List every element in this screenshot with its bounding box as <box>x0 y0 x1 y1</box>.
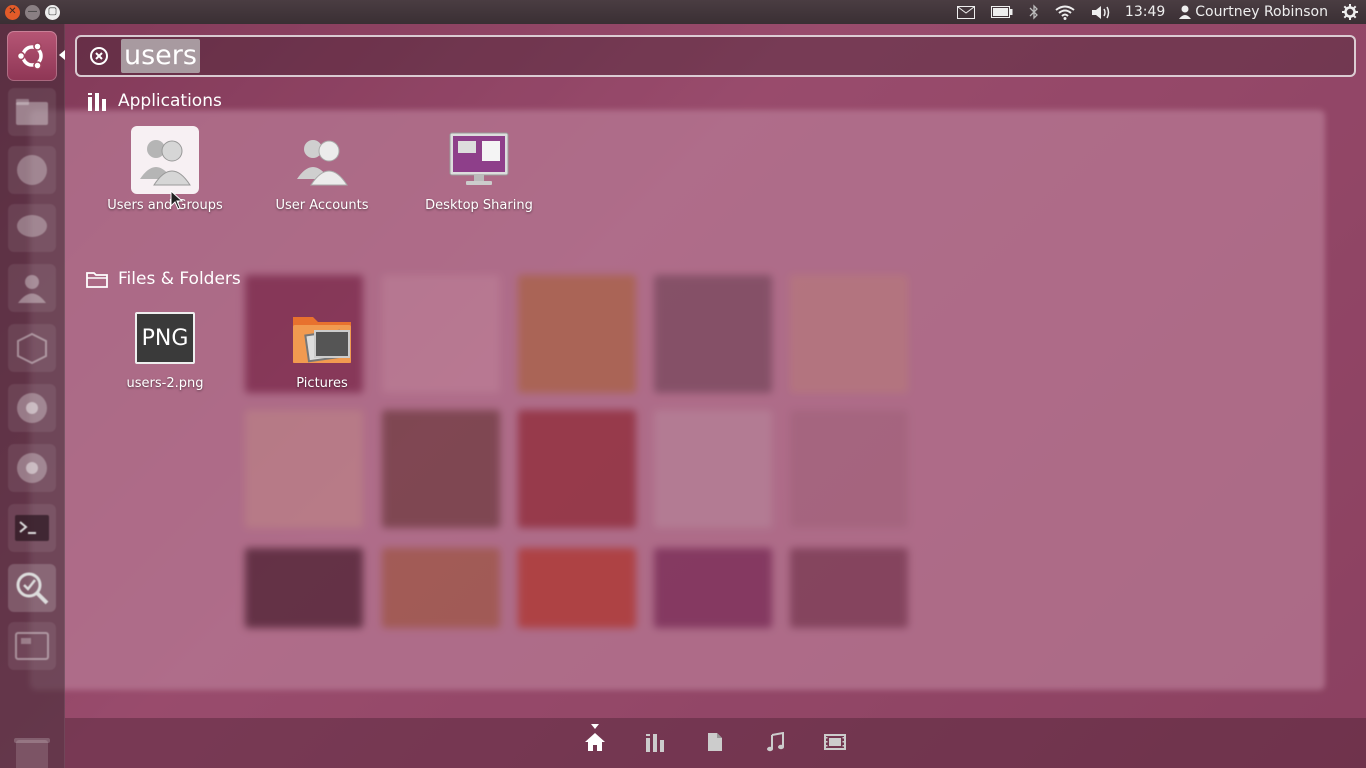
terminal-icon[interactable] <box>8 504 56 552</box>
dash-home-button[interactable] <box>7 31 57 81</box>
png-thumb-text: PNG <box>141 325 189 351</box>
mouse-cursor-icon <box>170 189 184 214</box>
user-name-menu[interactable]: Courtney Robinson <box>1195 4 1328 20</box>
window-icon[interactable] <box>8 622 56 670</box>
chrome-icon[interactable] <box>8 444 56 492</box>
active-indicator-arrow <box>59 50 65 60</box>
applications-lens-icon[interactable] <box>643 730 667 754</box>
user-accounts-icon <box>288 126 356 194</box>
result-label: Desktop Sharing <box>425 198 533 213</box>
music-lens-icon[interactable] <box>763 730 787 754</box>
category-applications[interactable]: Applications <box>86 90 222 112</box>
result-label: Pictures <box>296 376 348 391</box>
category-title: Files & Folders <box>118 269 241 289</box>
result-user-accounts[interactable]: User Accounts <box>257 126 387 224</box>
files-lens-icon[interactable] <box>703 730 727 754</box>
result-label: User Accounts <box>275 198 369 213</box>
result-users-2-png[interactable]: PNG users-2.png <box>100 304 230 402</box>
volume-icon[interactable] <box>1091 5 1111 20</box>
applications-icon <box>86 90 108 112</box>
window-minimize-button[interactable]: — <box>25 4 40 20</box>
user-accounts-icon[interactable] <box>8 264 56 312</box>
search-input[interactable]: users <box>121 39 200 73</box>
window-maximize-button[interactable]: ▢ <box>45 4 60 20</box>
active-lens-indicator <box>591 724 599 729</box>
launcher <box>0 24 65 768</box>
chat-icon[interactable] <box>8 204 56 252</box>
result-desktop-sharing[interactable]: Desktop Sharing <box>414 126 544 224</box>
category-title: Applications <box>118 91 222 111</box>
result-label: Users and Groups <box>107 198 223 213</box>
battery-icon[interactable] <box>990 6 1013 18</box>
desktop-sharing-icon <box>445 126 513 194</box>
result-label: users-2.png <box>126 376 204 391</box>
png-file-icon: PNG <box>131 304 199 372</box>
clock[interactable]: 13:49 <box>1125 4 1165 20</box>
bluetooth-icon[interactable] <box>1029 4 1039 20</box>
firefox-icon[interactable] <box>8 146 56 194</box>
wifi-icon[interactable] <box>1055 5 1075 20</box>
category-files-folders[interactable]: Files & Folders <box>86 268 241 290</box>
settings-gear-icon[interactable] <box>1342 4 1358 20</box>
software-center-icon[interactable] <box>8 324 56 372</box>
trash-icon[interactable] <box>8 734 56 768</box>
users-groups-icon <box>131 126 199 194</box>
window-close-button[interactable]: ✕ <box>5 4 20 20</box>
search-box[interactable]: users <box>75 35 1356 77</box>
mail-icon[interactable] <box>956 5 975 19</box>
search-tool-icon[interactable] <box>8 564 56 612</box>
video-lens-icon[interactable] <box>823 730 847 754</box>
pictures-folder-icon <box>288 304 356 372</box>
result-users-and-groups[interactable]: Users and Groups <box>100 126 230 224</box>
user-icon <box>1179 5 1192 19</box>
files-icon[interactable] <box>8 88 56 136</box>
result-pictures[interactable]: Pictures <box>257 304 387 402</box>
chrome-icon[interactable] <box>8 384 56 432</box>
ubuntu-logo-icon <box>16 42 43 70</box>
clear-search-icon[interactable] <box>89 46 109 66</box>
folder-icon <box>86 268 108 290</box>
top-panel: ✕ — ▢ 13:49 Courtney Robinson <box>0 0 1366 24</box>
home-lens-icon[interactable] <box>583 730 607 754</box>
